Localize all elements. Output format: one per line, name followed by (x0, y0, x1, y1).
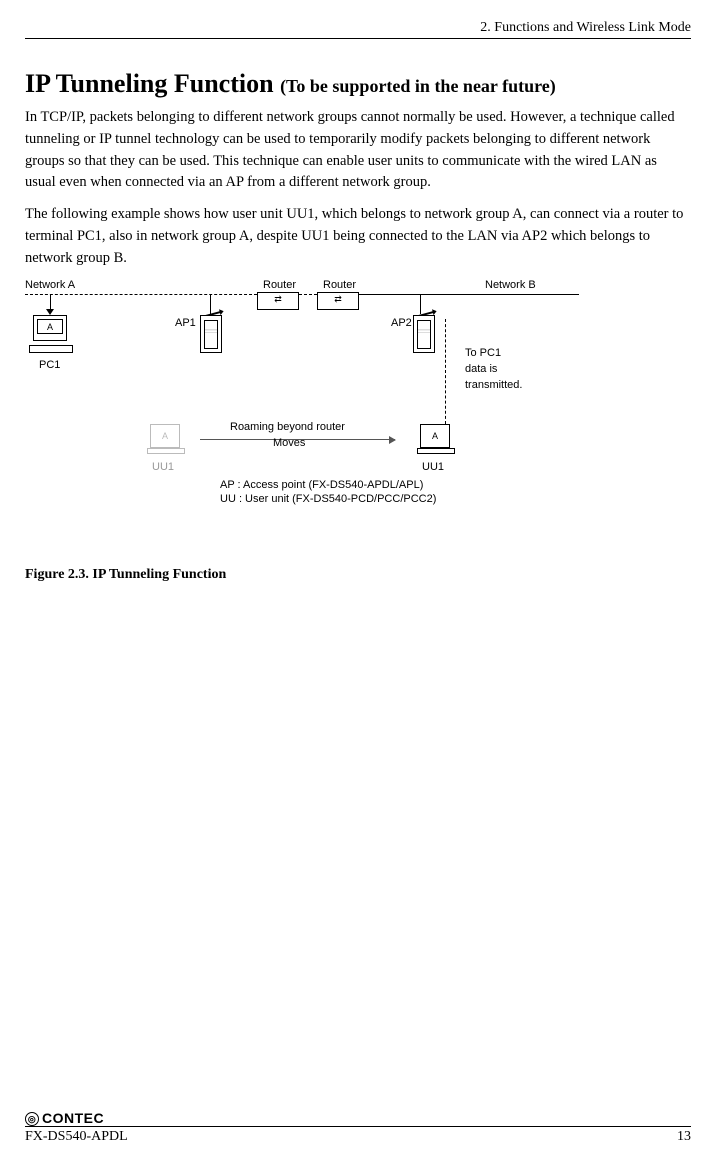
label-pc1: PC1 (39, 359, 60, 371)
label-topc1-3: transmitted. (465, 379, 522, 391)
ap2-icon (413, 315, 443, 365)
legend-ap: AP : Access point (FX-DS540-APDL/APL) (220, 479, 423, 491)
legend-uu: UU : User unit (FX-DS540-PCD/PCC/PCC2) (220, 493, 436, 505)
label-topc1-1: To PC1 (465, 347, 501, 359)
label-router-1: Router (263, 279, 296, 291)
pc1-icon: A (33, 315, 83, 355)
brand-logo: ◎CONTEC (25, 1110, 691, 1126)
label-ap2: AP2 (391, 317, 412, 329)
ap2-to-uu1-line (445, 319, 446, 424)
uu1-badge: A (420, 424, 450, 448)
net-a-wire (25, 294, 257, 295)
title-sub: (To be supported in the near future) (280, 76, 556, 96)
uu1-ghost-badge: A (150, 424, 180, 448)
paragraph-1: In TCP/IP, packets belonging to differen… (25, 107, 691, 194)
brand-name: CONTEC (42, 1110, 104, 1126)
label-uu1: UU1 (422, 461, 444, 473)
router-link (299, 294, 317, 295)
brand-logo-mark: ◎ (25, 1112, 39, 1126)
title-main: IP Tunneling Function (25, 69, 280, 98)
router-box-1 (257, 292, 299, 310)
paragraph-2: The following example shows how user uni… (25, 204, 691, 269)
page-number: 13 (677, 1129, 691, 1145)
label-network-b: Network B (485, 279, 536, 291)
page-footer: ◎CONTEC FX-DS540-APDL 13 (25, 1110, 691, 1145)
net-b-wire (359, 294, 579, 295)
pc1-badge: A (37, 319, 63, 334)
label-moves: Moves (273, 437, 305, 449)
ap1-drop (210, 294, 211, 314)
figure-caption: Figure 2.3. IP Tunneling Function (25, 567, 691, 583)
figure-diagram: Network A Router Router Network B A PC1 … (25, 279, 685, 559)
router-box-2 (317, 292, 359, 310)
label-topc1-2: data is (465, 363, 497, 375)
ap2-drop (420, 294, 421, 314)
chapter-header: 2. Functions and Wireless Link Mode (25, 20, 691, 39)
uu1-icon: A (420, 424, 460, 458)
footer-model: FX-DS540-APDL (25, 1129, 128, 1145)
label-roaming: Roaming beyond router (230, 421, 345, 433)
label-network-a: Network A (25, 279, 75, 291)
ap1-icon (200, 315, 230, 365)
label-ap1: AP1 (175, 317, 196, 329)
label-router-2: Router (323, 279, 356, 291)
uu1-ghost-icon: A (150, 424, 190, 458)
page-title: IP Tunneling Function (To be supported i… (25, 69, 691, 99)
label-uu1-ghost: UU1 (152, 461, 174, 473)
